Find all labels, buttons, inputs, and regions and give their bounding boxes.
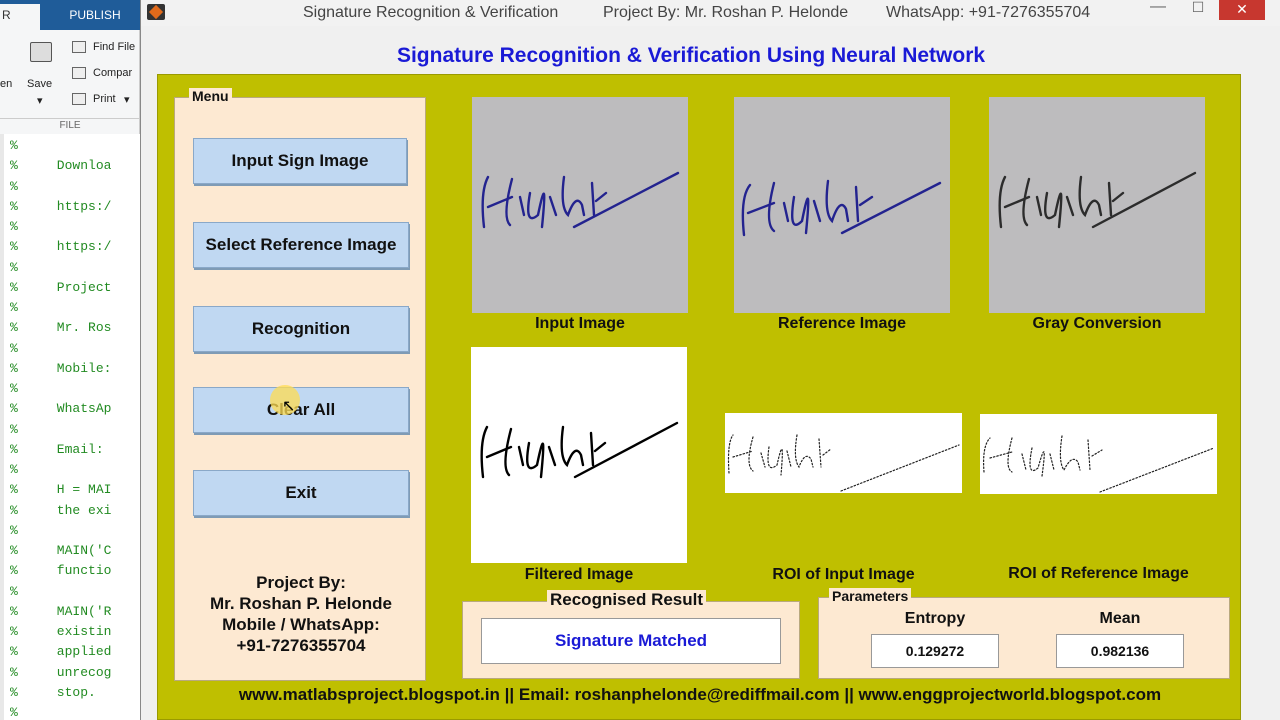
code-line: % https:/ [10,198,112,214]
roi-input-image [727,434,960,492]
entropy-label: Entropy [904,610,966,627]
roi-input-axes [725,413,962,493]
roi-reference-label: ROI of Reference Image [1008,565,1189,582]
parameters-legend: Parameters [829,588,912,604]
tab-editor-fragment[interactable]: R [0,4,40,30]
code-line: % Email: [10,441,112,457]
code-line: % [10,340,18,356]
filtered-signature-image [480,421,679,479]
footer-contact: www.matlabsproject.blogspot.in || Email:… [238,685,1162,704]
gray-conversion-label: Gray Conversion [1032,315,1162,332]
print-dropdown-icon[interactable]: ▾ [124,93,130,106]
save-icon[interactable] [30,42,52,62]
filtered-image-label: Filtered Image [524,566,634,583]
mean-field: 0.982136 [1056,634,1184,668]
input-sign-image-button[interactable]: Input Sign Image [193,138,407,184]
code-line: % [10,259,18,275]
credits-line-1: Project By: [256,573,346,592]
code-line: % Downloa [10,158,112,174]
code-editor[interactable]: % % Downloa% % https:/% % https:/% % Project… [0,134,140,720]
print-button[interactable]: Print [93,93,116,105]
tab-publish[interactable]: PUBLISH [60,4,130,30]
figure-window: Signature Recognition & Verification Pro… [140,0,1280,720]
menu-legend: Menu [189,88,232,104]
code-line: % H = MAI [10,482,112,498]
result-field: Signature Matched [481,618,781,664]
entropy-field: 0.129272 [871,634,999,668]
recognition-button[interactable]: Recognition [193,306,409,352]
gray-image-axes [989,97,1205,313]
page-title: Signature Recognition & Verification Usi… [396,44,986,67]
result-group: Recognised Result Signature Matched [462,590,800,679]
code-line: % Project [10,279,112,295]
mean-label: Mean [1099,610,1141,627]
matlab-logo-icon [147,4,165,20]
window-title-project: Project By: Mr. Roshan P. Helonde [603,4,849,21]
compare-icon[interactable] [72,67,86,79]
code-line: % applied [10,644,112,660]
filtered-image-axes [471,347,687,563]
ribbon-section-file: FILE [0,118,140,134]
code-line: % stop. [10,684,96,700]
code-line: % [10,381,18,396]
window-title-app: Signature Recognition & Verification [303,4,559,21]
close-button[interactable]: ✕ [1219,0,1265,20]
input-image-axes [472,97,688,313]
matlab-ribbon: R PUBLISH en Save ▾ Find File Compar Pri… [0,0,140,134]
code-line: % [10,522,18,538]
credits-line-4: +91-7276355704 [236,636,366,655]
print-icon[interactable] [72,93,86,105]
code-line: % WhatsAp [10,401,112,417]
roi-input-label: ROI of Input Image [772,566,915,583]
find-files-button[interactable]: Find File [93,41,135,53]
code-line: % [10,178,18,194]
main-panel: Menu Input Sign Image Select Reference I… [157,74,1241,720]
result-legend: Recognised Result [547,590,707,610]
code-line: % [10,138,18,153]
gray-signature-image [998,171,1197,229]
code-line: % MAIN('C [10,543,112,558]
input-image-label: Input Image [535,315,625,332]
menu-group: Menu Input Sign Image Select Reference I… [174,88,427,681]
code-line: % Mobile: [10,360,112,376]
code-line: % https:/ [10,239,112,255]
project-credits: Project By: Mr. Roshan P. Helonde Mobile… [175,572,427,656]
editor-gutter [0,134,4,720]
parameters-group: Parameters Entropy 0.129272 Mean 0.98213… [818,588,1230,679]
find-files-icon[interactable] [72,41,86,53]
code-line: % unrecog [10,664,112,680]
credits-line-3: Mobile / WhatsApp: [222,615,380,634]
roi-reference-image [983,435,1215,493]
save-button-label[interactable]: Save [27,78,52,90]
code-line: % Mr. Ros [10,320,112,336]
exit-button[interactable]: Exit [193,470,409,516]
code-line: % [10,300,18,315]
minimize-button[interactable]: — [1141,0,1175,22]
code-line: % the exi [10,502,112,518]
mouse-pointer-icon: ↖ [282,398,296,415]
title-bar[interactable]: Signature Recognition & Verification Pro… [141,0,1280,26]
code-line: % [10,421,18,437]
open-button-label[interactable]: en [0,78,12,90]
code-line: % functio [10,563,112,579]
code-line: % [10,462,18,477]
code-line: % [10,219,18,234]
reference-signature-image [741,179,942,237]
roi-reference-axes [980,414,1217,494]
code-line: % [10,705,18,720]
code-line: % MAIN('R [10,603,112,619]
clear-all-button[interactable]: Clear All [193,387,409,433]
select-reference-image-button[interactable]: Select Reference Image [193,222,409,268]
compare-button[interactable]: Compar [93,67,132,79]
credits-line-2: Mr. Roshan P. Helonde [209,594,392,613]
reference-image-axes [734,97,950,313]
code-line: % existin [10,624,112,639]
input-signature-image [481,171,680,229]
save-dropdown-icon[interactable]: ▾ [37,94,43,107]
reference-image-label: Reference Image [777,315,907,332]
maximize-button[interactable]: ☐ [1181,0,1215,22]
code-line: % [10,583,18,599]
window-title-whatsapp: WhatsApp: +91-7276355704 [886,4,1091,21]
